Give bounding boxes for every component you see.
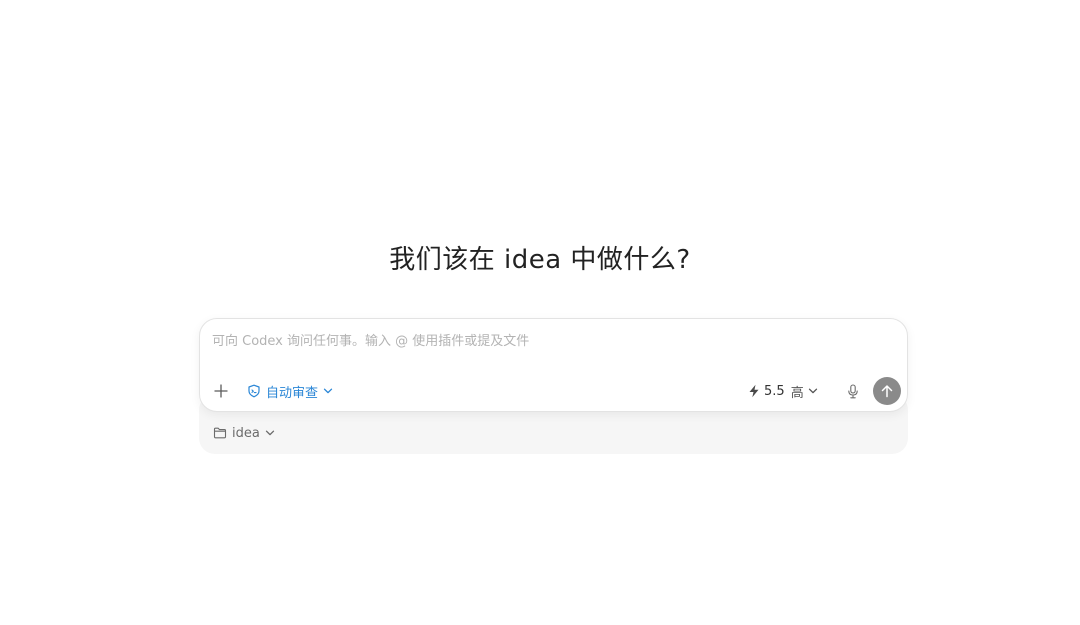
- lightning-icon: [748, 384, 760, 398]
- chevron-down-icon: [323, 387, 333, 395]
- plus-icon: [214, 384, 228, 398]
- folder-icon: [213, 427, 227, 439]
- review-shield-icon: [247, 384, 261, 398]
- microphone-icon: [847, 383, 859, 399]
- model-version: 5.5: [764, 383, 785, 399]
- voice-input-button[interactable]: [843, 381, 863, 401]
- auto-review-button[interactable]: 自动审查: [247, 381, 333, 401]
- model-selector[interactable]: 5.5 高: [748, 381, 818, 401]
- prompt-input[interactable]: [212, 329, 892, 353]
- page: 我们该在 idea 中做什么? idea 可向 Codex 询问任何事。输入 @…: [0, 0, 1080, 625]
- project-selector[interactable]: idea: [213, 424, 275, 442]
- chevron-down-icon: [808, 387, 818, 395]
- chevron-down-icon: [265, 429, 275, 437]
- send-button[interactable]: [873, 377, 901, 405]
- project-name: idea: [232, 425, 260, 441]
- page-title: 我们该在 idea 中做什么?: [389, 245, 691, 275]
- reasoning-level: 高: [790, 385, 804, 401]
- composer: 自动审查 5.5 高: [199, 318, 908, 412]
- auto-review-label: 自动审查: [266, 385, 319, 401]
- arrow-up-icon: [880, 384, 894, 398]
- add-attachment-button[interactable]: [210, 380, 232, 402]
